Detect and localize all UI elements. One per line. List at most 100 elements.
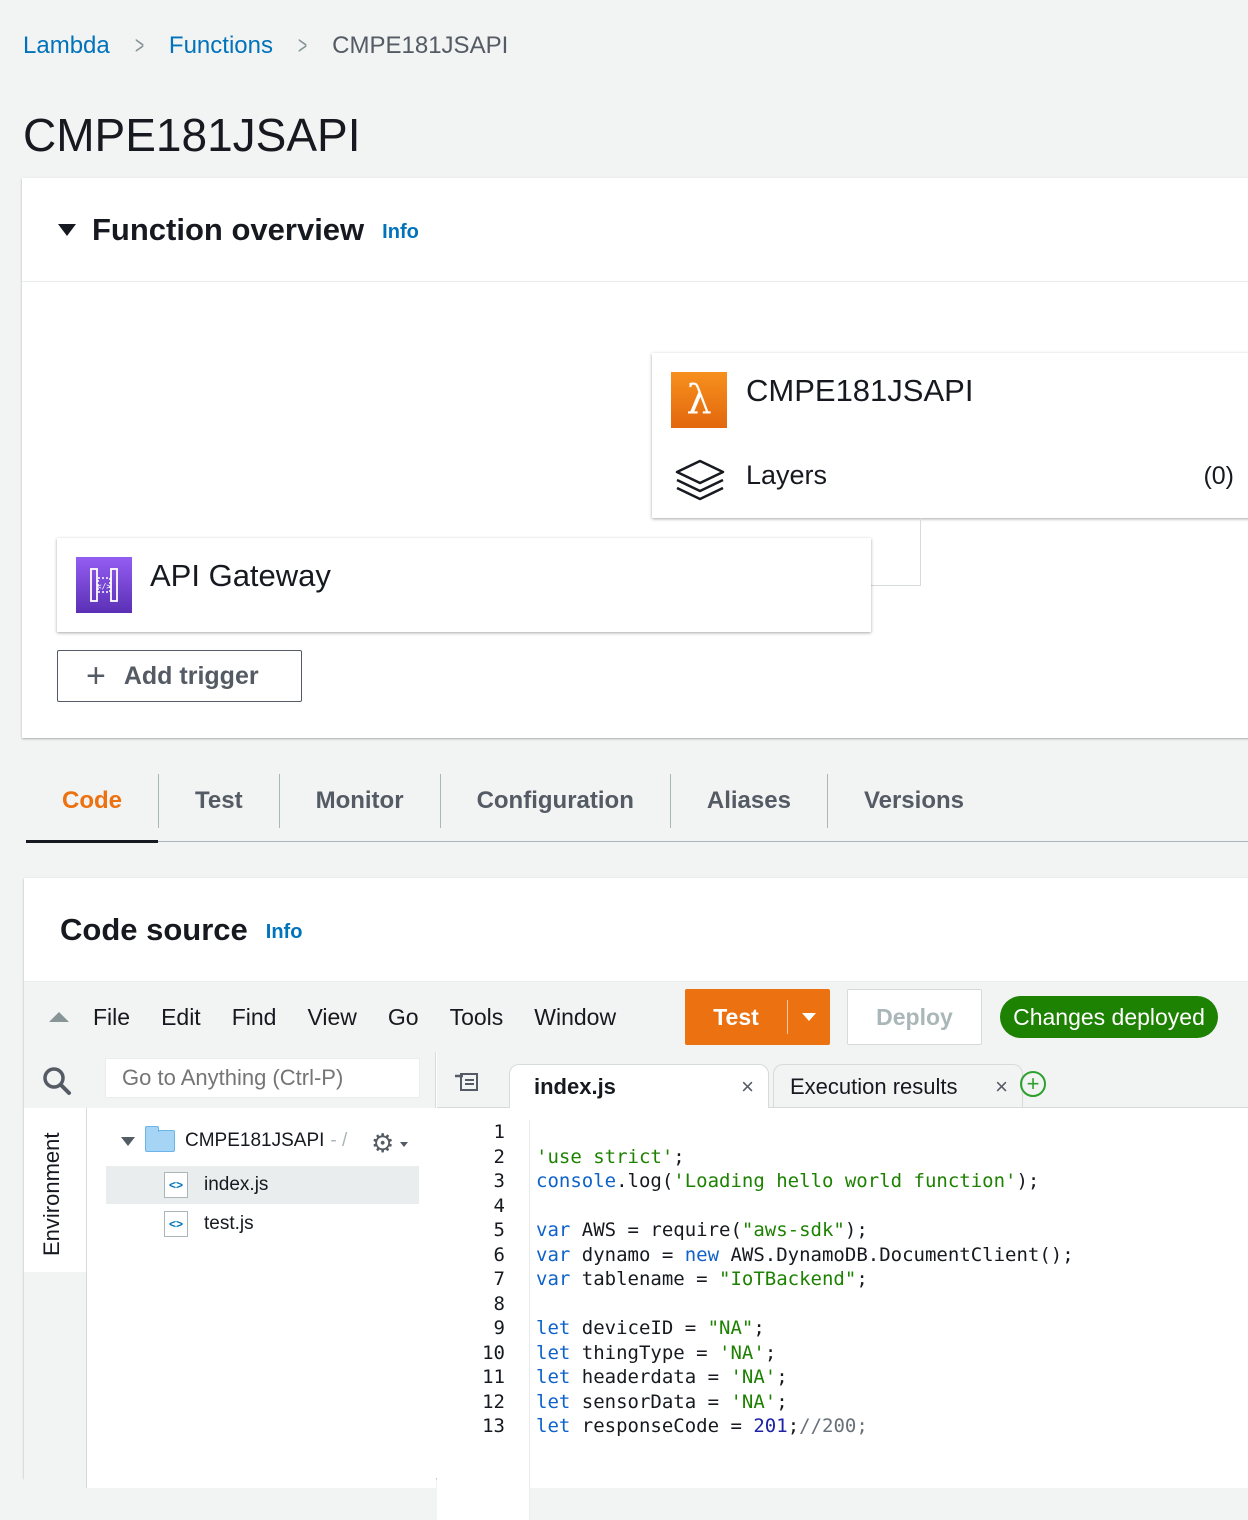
code-line: let thingType = 'NA';: [536, 1341, 777, 1364]
menu-find[interactable]: Find: [232, 1004, 277, 1031]
breadcrumb-functions[interactable]: Functions: [169, 32, 273, 60]
file-item-test-js[interactable]: <> test.js: [106, 1205, 419, 1243]
code-line: let responseCode = 201;//200;: [536, 1415, 868, 1437]
function-overview-info-link[interactable]: Info: [382, 221, 419, 244]
editor-tab-label: index.js: [534, 1074, 616, 1099]
test-button-label: Test: [713, 1003, 759, 1030]
tab-monitor[interactable]: Monitor: [280, 773, 441, 828]
menu-edit[interactable]: Edit: [161, 1004, 201, 1031]
function-overview-header[interactable]: Function overview Info: [22, 178, 1248, 282]
add-trigger-button[interactable]: + Add trigger: [57, 650, 302, 702]
page-title: CMPE181JSAPI: [23, 109, 361, 161]
line-number: 12: [482, 1390, 505, 1413]
file-icon: <>: [164, 1172, 188, 1198]
code-editor[interactable]: 1 2 3 4 5 6 7 8 9 10 11 12 13 'use stric…: [437, 1108, 1248, 1520]
code-line: console.log('Loading hello world functio…: [536, 1170, 1040, 1192]
code-source-info-link[interactable]: Info: [266, 921, 303, 944]
deploy-button[interactable]: Deploy: [847, 989, 982, 1045]
line-number: 4: [493, 1194, 505, 1217]
line-number: 3: [493, 1170, 505, 1192]
trigger-name: API Gateway: [150, 558, 331, 593]
menu-go[interactable]: Go: [388, 1004, 419, 1031]
tab-test[interactable]: Test: [159, 773, 280, 828]
editor-tab-bar: index.js × Execution results × +: [437, 1052, 1248, 1109]
file-tree: CMPE181JSAPI - / ⚙ <> index.js <> test.j…: [86, 1108, 436, 1488]
layers-count: (0): [1203, 462, 1234, 490]
function-card[interactable]: λ CMPE181JSAPI Layers (0): [652, 353, 1248, 518]
breadcrumb-lambda[interactable]: Lambda: [23, 32, 110, 60]
caret-down-icon[interactable]: [58, 223, 76, 236]
line-number: 5: [493, 1219, 505, 1241]
plus-icon: +: [86, 657, 106, 695]
line-number: 11: [482, 1366, 505, 1388]
chevron-down-icon: [802, 1013, 816, 1021]
line-number: 8: [493, 1292, 505, 1315]
api-gateway-icon: </>: [76, 557, 132, 613]
file-name: index.js: [204, 1174, 269, 1195]
tabs-menu-icon[interactable]: [455, 1072, 479, 1092]
folder-suffix: - /: [330, 1130, 348, 1151]
go-to-anything-input[interactable]: [105, 1058, 420, 1098]
code-line: 'use strict';: [536, 1145, 685, 1168]
lambda-icon: λ: [671, 372, 727, 428]
layers-icon: [675, 459, 725, 501]
tab-configuration[interactable]: Configuration: [441, 773, 671, 828]
folder-name: CMPE181JSAPI: [185, 1130, 325, 1151]
environment-tab[interactable]: Environment: [24, 1108, 86, 1272]
ide-sidebar: Environment CMPE181JSAPI - / ⚙ <> index.…: [24, 1052, 436, 1488]
status-badge: Changes deployed: [1000, 996, 1218, 1038]
tree-root-folder[interactable]: CMPE181JSAPI - /: [121, 1126, 348, 1152]
code-line: let headerdata = 'NA';: [536, 1366, 788, 1388]
environment-label: Environment: [39, 1132, 64, 1256]
menu-view[interactable]: View: [307, 1004, 356, 1031]
line-number: 7: [493, 1268, 505, 1290]
close-icon[interactable]: ×: [995, 1074, 1008, 1100]
test-dropdown-button[interactable]: [788, 1013, 830, 1021]
chevron-down-icon[interactable]: [400, 1142, 408, 1147]
caret-up-icon[interactable]: [49, 1012, 69, 1022]
function-name: CMPE181JSAPI: [746, 373, 974, 408]
line-number: 10: [482, 1341, 505, 1364]
layers-label[interactable]: Layers: [746, 460, 827, 491]
search-icon[interactable]: [42, 1066, 72, 1096]
svg-text:</>: </>: [97, 582, 112, 591]
editor-tab-label: Execution results: [790, 1074, 958, 1099]
code-line: let sensorData = 'NA';: [536, 1390, 788, 1413]
folder-icon: [145, 1126, 175, 1152]
trigger-card-api-gateway[interactable]: </> API Gateway: [57, 538, 871, 632]
tab-versions[interactable]: Versions: [828, 774, 1000, 828]
function-overview-panel: Function overview Info λ CMPE181JSAPI La…: [22, 178, 1248, 738]
file-name: test.js: [204, 1213, 254, 1234]
line-number: 1: [493, 1121, 505, 1143]
menu-tools[interactable]: Tools: [450, 1004, 504, 1031]
editor-tab-index-js[interactable]: index.js ×: [509, 1064, 769, 1109]
breadcrumb: Lambda > Functions > CMPE181JSAPI: [23, 30, 508, 61]
line-number: 6: [493, 1243, 505, 1266]
code-source-header: Code source Info: [24, 878, 1248, 982]
breadcrumb-separator-icon: >: [298, 30, 308, 60]
close-icon[interactable]: ×: [741, 1074, 754, 1100]
line-number: 13: [482, 1415, 505, 1437]
line-number: 9: [493, 1317, 505, 1339]
code-body[interactable]: 'use strict'; console.log('Loading hello…: [536, 1120, 1074, 1439]
add-tab-icon[interactable]: +: [1020, 1071, 1046, 1097]
menu-file[interactable]: File: [93, 1004, 130, 1031]
file-item-index-js[interactable]: <> index.js: [106, 1166, 419, 1204]
code-line: var AWS = require("aws-sdk");: [536, 1219, 868, 1241]
gear-icon[interactable]: ⚙: [371, 1128, 394, 1159]
trigger-connector: [870, 518, 921, 586]
line-number-gutter: 1 2 3 4 5 6 7 8 9 10 11 12 13: [437, 1120, 530, 1520]
editor-tab-execution-results[interactable]: Execution results ×: [773, 1064, 1023, 1109]
caret-down-icon[interactable]: [121, 1136, 135, 1146]
code-line: let deviceID = "NA";: [536, 1317, 765, 1339]
code-source-panel: Code source Info File Edit Find View Go …: [24, 878, 1248, 1520]
function-overview-title: Function overview: [92, 211, 365, 247]
tab-aliases[interactable]: Aliases: [671, 773, 828, 828]
test-button[interactable]: Test: [685, 989, 830, 1045]
tab-code[interactable]: Code: [26, 773, 159, 843]
menu-window[interactable]: Window: [534, 1004, 616, 1031]
code-line: var tablename = "IoTBackend";: [536, 1268, 868, 1290]
